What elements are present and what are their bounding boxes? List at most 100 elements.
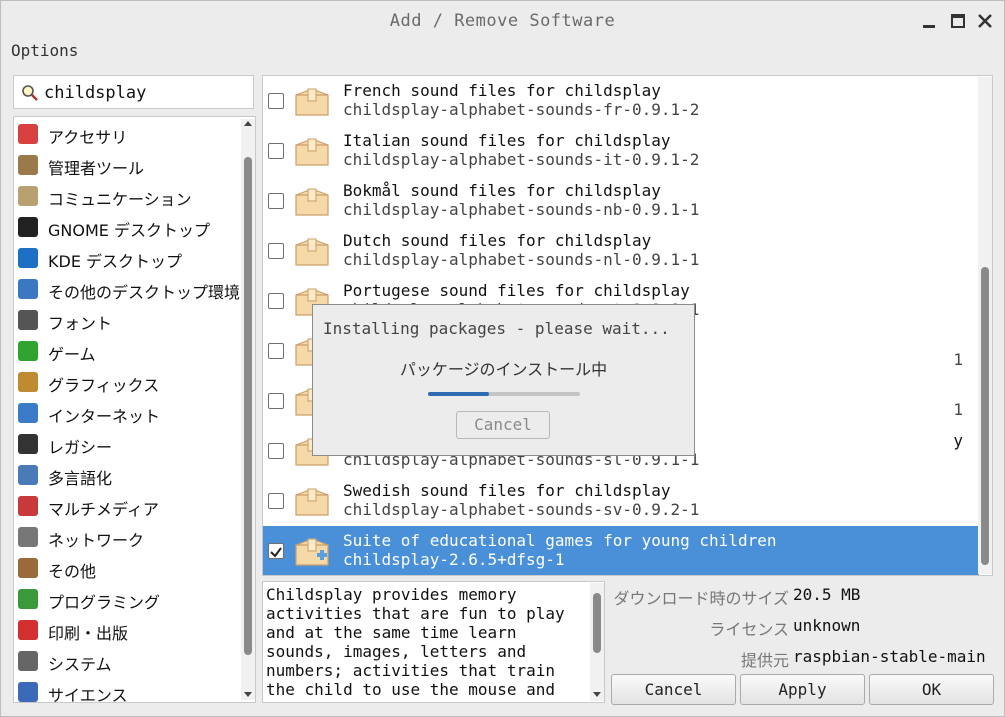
package-version: childsplay-alphabet-sounds-nb-0.9.1-1 bbox=[343, 200, 700, 219]
package-name: Portugese sound files for childsplay bbox=[343, 281, 690, 300]
package-row[interactable]: Bokmål sound files for childsplay childsp… bbox=[263, 176, 979, 226]
apply-button[interactable]: Apply bbox=[740, 674, 865, 705]
desktop-icon bbox=[18, 279, 38, 299]
font-icon bbox=[18, 310, 38, 330]
category-item[interactable]: ゲーム bbox=[16, 336, 238, 366]
package-scroll-thumb[interactable] bbox=[981, 267, 989, 565]
category-list: サイエンス システム 印刷・出版 プログラミング その他 ネットワーク マルチメディア 多言語… bbox=[13, 116, 256, 703]
package-icon bbox=[293, 133, 331, 169]
category-item[interactable]: グラフィックス bbox=[16, 367, 238, 397]
package-row[interactable]: French sound files for childsplay childsp… bbox=[263, 76, 979, 126]
category-item[interactable]: プログラミング bbox=[16, 584, 238, 614]
admin-tools-icon bbox=[18, 155, 38, 175]
package-row[interactable]: Italian sound files for childsplay childs… bbox=[263, 126, 979, 176]
category-label: システム bbox=[48, 655, 112, 674]
category-item[interactable]: アクセサリ bbox=[16, 119, 238, 149]
multimedia-icon bbox=[18, 496, 38, 516]
category-item[interactable]: レガシー bbox=[16, 429, 238, 459]
package-row[interactable]: Suite of educational games for young chi… bbox=[263, 526, 979, 575]
add-remove-software-window: Add / Remove Software Options childsplay… bbox=[0, 0, 1005, 717]
programming-icon bbox=[18, 589, 38, 609]
category-item[interactable]: KDE デスクトップ bbox=[16, 243, 238, 273]
maximize-icon[interactable] bbox=[946, 9, 970, 33]
category-scrollbar[interactable] bbox=[241, 119, 255, 700]
category-item[interactable]: 多言語化 bbox=[16, 460, 238, 490]
minimize-icon[interactable] bbox=[917, 9, 941, 33]
box-icon bbox=[18, 558, 38, 578]
package-checkbox[interactable] bbox=[268, 393, 284, 409]
category-label: プログラミング bbox=[48, 593, 161, 612]
category-label: インターネット bbox=[48, 407, 161, 426]
category-item[interactable]: コミュニケーション bbox=[16, 181, 238, 211]
category-item[interactable]: 印刷・出版 bbox=[16, 615, 238, 645]
package-checkbox[interactable] bbox=[268, 543, 284, 559]
category-label: ゲーム bbox=[48, 345, 96, 364]
description-scrollbar[interactable] bbox=[590, 583, 604, 701]
package-version: childsplay-alphabet-sounds-fr-0.9.1-2 bbox=[343, 100, 700, 119]
category-item[interactable]: その他のデスクトップ環境 bbox=[16, 274, 240, 304]
globe-icon bbox=[18, 403, 38, 423]
package-version: childsplay-alphabet-sounds-it-0.9.1-2 bbox=[343, 150, 700, 169]
category-item[interactable]: 管理者ツール bbox=[16, 150, 238, 180]
scissors-icon bbox=[18, 124, 38, 144]
install-progress-fill bbox=[428, 392, 489, 396]
package-name: Bokmål sound files for childsplay bbox=[343, 181, 661, 200]
package-version: childsplay-2.6.5+dfsg-1 bbox=[343, 550, 565, 569]
package-row[interactable]: Swedish sound files for childsplay childs… bbox=[263, 476, 979, 526]
category-item[interactable]: マルチメディア bbox=[16, 491, 238, 521]
category-scroll-thumb[interactable] bbox=[244, 157, 252, 655]
close-icon[interactable] bbox=[973, 9, 997, 33]
dialog-title: Installing packages - please wait... bbox=[323, 319, 670, 338]
package-version: 1 bbox=[953, 350, 963, 369]
install-progress-bar bbox=[428, 392, 580, 396]
package-checkbox[interactable] bbox=[268, 293, 284, 309]
category-label: レガシー bbox=[48, 438, 113, 457]
dialog-cancel-button[interactable]: Cancel bbox=[456, 411, 550, 439]
description-scroll-thumb[interactable] bbox=[593, 593, 601, 653]
scroll-down-icon[interactable] bbox=[592, 691, 602, 699]
category-label: 印刷・出版 bbox=[48, 624, 129, 643]
package-checkbox[interactable] bbox=[268, 143, 284, 159]
package-icon bbox=[293, 183, 331, 219]
search-field[interactable]: childsplay bbox=[13, 75, 254, 109]
search-input[interactable]: childsplay bbox=[44, 83, 146, 103]
package-name: French sound files for childsplay bbox=[343, 81, 661, 100]
package-checkbox[interactable] bbox=[268, 193, 284, 209]
communication-icon bbox=[18, 186, 38, 206]
package-row[interactable]: Dutch sound files for childsplay childspl… bbox=[263, 226, 979, 276]
category-label: アクセサリ bbox=[48, 128, 128, 147]
game-invader-icon bbox=[18, 341, 38, 361]
category-item[interactable]: GNOME デスクトップ bbox=[16, 212, 238, 242]
category-label: ネットワーク bbox=[48, 531, 145, 550]
package-icon bbox=[293, 83, 331, 119]
ok-button[interactable]: OK bbox=[869, 674, 994, 705]
package-name: Italian sound files for childsplay bbox=[343, 131, 671, 150]
category-label: フォント bbox=[48, 314, 113, 333]
category-item[interactable]: サイエンス bbox=[16, 677, 238, 703]
package-scrollbar[interactable] bbox=[978, 77, 992, 574]
menu-options[interactable]: Options bbox=[11, 41, 78, 60]
category-item[interactable]: その他 bbox=[16, 553, 238, 583]
category-item[interactable]: フォント bbox=[16, 305, 238, 335]
category-label: GNOME デスクトップ bbox=[48, 221, 210, 240]
category-item[interactable]: ネットワーク bbox=[16, 522, 238, 552]
package-checkbox[interactable] bbox=[268, 343, 284, 359]
package-name: Suite of educational games for young chi… bbox=[343, 531, 777, 550]
package-checkbox[interactable] bbox=[268, 443, 284, 459]
package-checkbox[interactable] bbox=[268, 93, 284, 109]
category-item[interactable]: システム bbox=[16, 646, 238, 676]
gear-icon bbox=[18, 651, 38, 671]
localization-icon bbox=[18, 465, 38, 485]
package-install-icon bbox=[293, 533, 331, 569]
cancel-button[interactable]: Cancel bbox=[611, 674, 736, 705]
package-name: Dutch sound files for childsplay bbox=[343, 231, 652, 250]
category-item[interactable]: インターネット bbox=[16, 398, 238, 428]
category-label: コミュニケーション bbox=[48, 190, 192, 209]
package-checkbox[interactable] bbox=[268, 243, 284, 259]
title-bar: Add / Remove Software bbox=[1, 1, 1004, 41]
package-checkbox[interactable] bbox=[268, 493, 284, 509]
scroll-up-icon[interactable] bbox=[243, 119, 253, 127]
scroll-down-icon[interactable] bbox=[243, 691, 253, 699]
category-label: サイエンス bbox=[48, 686, 128, 703]
category-label: グラフィックス bbox=[48, 376, 160, 395]
